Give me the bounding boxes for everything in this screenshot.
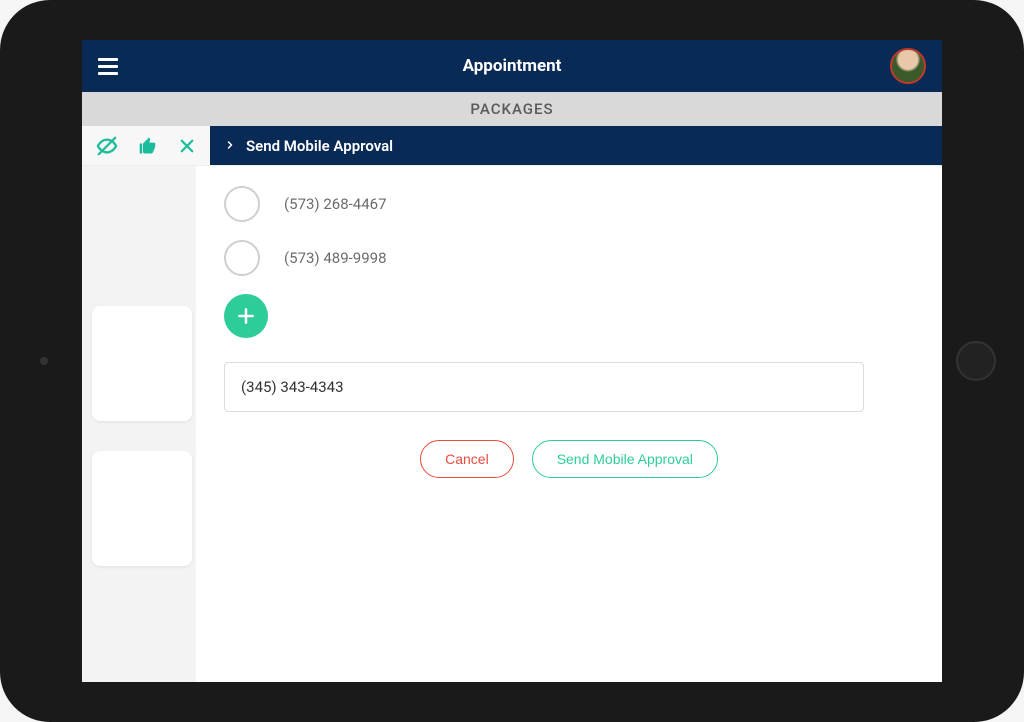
chevron-right-icon bbox=[224, 136, 236, 155]
button-row: Cancel Send Mobile Approval bbox=[224, 440, 914, 478]
cancel-button[interactable]: Cancel bbox=[420, 440, 514, 478]
left-sidebar bbox=[82, 166, 196, 682]
phone-input[interactable] bbox=[224, 362, 864, 412]
sidebar-card[interactable] bbox=[92, 451, 192, 566]
device-home-button[interactable] bbox=[956, 341, 996, 381]
avatar[interactable] bbox=[890, 48, 926, 84]
main-panel: (573) 268-4467 (573) 489-9998 bbox=[196, 166, 942, 682]
device-camera bbox=[40, 357, 48, 365]
close-icon[interactable] bbox=[178, 137, 196, 155]
subheader-label: PACKAGES bbox=[470, 100, 553, 118]
toolbar-icons bbox=[82, 126, 210, 165]
plus-icon bbox=[236, 306, 256, 326]
add-phone-button[interactable] bbox=[224, 294, 268, 338]
send-mobile-approval-button[interactable]: Send Mobile Approval bbox=[532, 440, 718, 478]
content-area: (573) 268-4467 (573) 489-9998 bbox=[82, 166, 942, 682]
panel-title-bar[interactable]: Send Mobile Approval bbox=[210, 126, 942, 165]
phone-option-row: (573) 489-9998 bbox=[224, 240, 914, 276]
toolbar: Send Mobile Approval bbox=[82, 126, 942, 166]
thumbs-up-icon[interactable] bbox=[138, 136, 158, 156]
app-header: Appointment bbox=[82, 40, 942, 92]
panel-title: Send Mobile Approval bbox=[246, 137, 393, 155]
phone-option-row: (573) 268-4467 bbox=[224, 186, 914, 222]
tablet-frame: Appointment PACKAGES bbox=[0, 0, 1024, 722]
phone-number: (573) 489-9998 bbox=[284, 249, 387, 267]
phone-radio[interactable] bbox=[224, 186, 260, 222]
phone-number: (573) 268-4467 bbox=[284, 195, 387, 213]
page-title: Appointment bbox=[463, 56, 562, 76]
app-screen: Appointment PACKAGES bbox=[82, 40, 942, 682]
phone-radio[interactable] bbox=[224, 240, 260, 276]
sidebar-card[interactable] bbox=[92, 306, 192, 421]
eye-off-icon[interactable] bbox=[96, 135, 118, 157]
menu-icon[interactable] bbox=[98, 58, 118, 75]
subheader-bar: PACKAGES bbox=[82, 92, 942, 126]
